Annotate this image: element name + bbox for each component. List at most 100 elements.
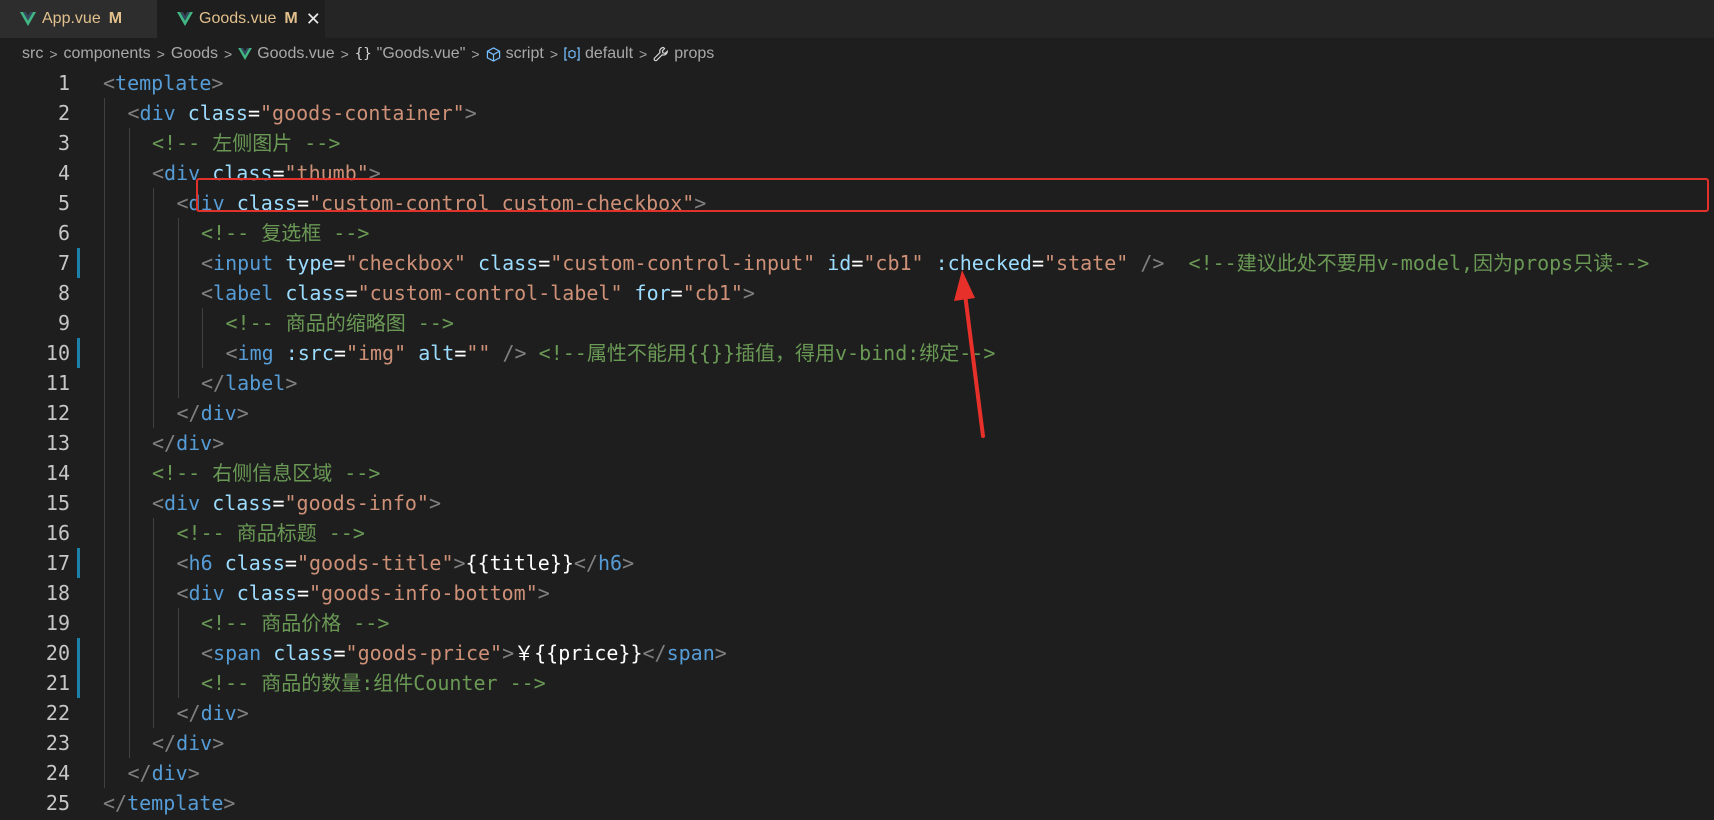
chevron-right-icon: > — [471, 46, 480, 62]
modified-line-marker — [77, 248, 80, 278]
code-line[interactable]: 22 </div> — [0, 698, 1714, 728]
modified-badge: M — [284, 10, 298, 27]
chevron-right-icon: > — [549, 46, 558, 62]
code-token: class — [285, 281, 346, 305]
code-text: <img :src="img" alt="" /> <!--属性不能用{{}}插… — [226, 338, 996, 368]
code-token: > — [742, 281, 755, 305]
code-line[interactable]: 9 <!-- 商品的缩略图 --> — [0, 308, 1714, 338]
code-line[interactable]: 1 <template> — [0, 68, 1714, 98]
code-token: {{title}} — [465, 551, 574, 575]
breadcrumb: src > components > Goods > Goods.vue > {… — [22, 42, 714, 66]
tab-goods-vue[interactable]: Goods.vue M ✕ — [157, 0, 325, 38]
modified-badge: M — [108, 10, 123, 27]
code-line[interactable]: 24 </div> — [0, 758, 1714, 788]
code-token: "" — [466, 341, 491, 365]
code-token: span — [213, 641, 262, 665]
code-line[interactable]: 10 <img :src="img" alt="" /> <!--属性不能用{{}… — [0, 338, 1714, 368]
line-number: 1 — [57, 71, 70, 95]
code-token: img — [237, 341, 274, 365]
code-line[interactable]: 16 <!-- 商品标题 --> — [0, 518, 1714, 548]
code-token: input — [213, 251, 274, 275]
code-line[interactable]: 2 <div class="goods-container"> — [0, 98, 1714, 128]
code-token: = — [284, 551, 297, 575]
breadcrumb-label: Goods — [170, 45, 219, 62]
code-line[interactable]: 8 <label class="custom-control-label" for… — [0, 278, 1714, 308]
code-text: <!-- 左侧图片 --> — [152, 128, 340, 158]
code-token: h6 — [598, 551, 623, 575]
code-line[interactable]: 11 </label> — [0, 368, 1714, 398]
code-line[interactable]: 13 </div> — [0, 428, 1714, 458]
code-line[interactable]: 14 <!-- 右侧信息区域 --> — [0, 458, 1714, 488]
code-token: <!-- 左侧图片 --> — [152, 131, 341, 155]
code-text: </div> — [152, 728, 224, 758]
code-text: </div> — [128, 758, 200, 788]
code-token: "goods-container" — [259, 101, 465, 125]
code-token: h6 — [188, 551, 213, 575]
line-number: 17 — [45, 551, 70, 575]
code-line[interactable]: 15 <div class="goods-info"> — [0, 488, 1714, 518]
code-text: <template> — [103, 68, 223, 98]
breadcrumb-item-default[interactable]: default — [564, 45, 633, 63]
code-line[interactable]: 6 <!-- 复选框 --> — [0, 218, 1714, 248]
code-text: <!-- 商品的缩略图 --> — [226, 308, 454, 338]
code-line[interactable]: 7 <input type="checkbox" class="custom-co… — [0, 248, 1714, 278]
code-token: = — [1031, 251, 1044, 275]
breadcrumb-item-module[interactable]: {} "Goods.vue" — [355, 45, 466, 63]
code-token: "goods-info" — [284, 491, 429, 515]
code-line[interactable]: 19 <!-- 商品价格 --> — [0, 608, 1714, 638]
code-token: div — [200, 401, 237, 425]
chevron-right-icon: > — [340, 46, 349, 62]
chevron-right-icon: > — [639, 46, 648, 62]
breadcrumb-item-script[interactable]: script — [486, 45, 544, 63]
code-text: <!-- 复选框 --> — [201, 218, 369, 248]
code-line[interactable]: 18 <div class="goods-info-bottom"> — [0, 578, 1714, 608]
code-text: </div> — [152, 428, 224, 458]
code-line[interactable]: 25 </template> — [0, 788, 1714, 818]
code-text: </label> — [201, 368, 297, 398]
code-line[interactable]: 17 <h6 class="goods-title">{{title}}</h6> — [0, 548, 1714, 578]
highlight-box — [196, 178, 1709, 212]
breadcrumb-item-props[interactable]: props — [653, 45, 714, 63]
code-line[interactable]: 3 <!-- 左侧图片 --> — [0, 128, 1714, 158]
code-line[interactable]: 23 </div> — [0, 728, 1714, 758]
editor-tab-bar: App.vue M Goods.vue M ✕ — [0, 0, 1714, 38]
code-token: = — [851, 251, 864, 275]
breadcrumb-item-goods-folder[interactable]: Goods — [171, 45, 218, 63]
code-token: > — [622, 551, 635, 575]
code-token: > — [211, 71, 224, 95]
code-token: > — [236, 701, 249, 725]
code-line[interactable]: 20 <span class="goods-price">￥{{price}}</… — [0, 638, 1714, 668]
code-token: class — [273, 641, 334, 665]
code-line[interactable]: 21 <!-- 商品的数量:组件Counter --> — [0, 668, 1714, 698]
code-token: < — [152, 491, 165, 515]
line-number: 24 — [45, 761, 70, 785]
modified-line-marker — [77, 338, 80, 368]
code-token: = — [333, 341, 346, 365]
code-token: < — [225, 341, 238, 365]
close-icon[interactable]: ✕ — [306, 9, 321, 30]
tab-app-vue[interactable]: App.vue M — [0, 0, 157, 38]
breadcrumb-item-goods-file[interactable]: Goods.vue — [238, 45, 335, 63]
breadcrumb-item-src[interactable]: src — [22, 45, 43, 63]
code-line[interactable]: 12 </div> — [0, 398, 1714, 428]
code-token: < — [127, 101, 140, 125]
code-token: class — [224, 551, 285, 575]
code-text: <h6 class="goods-title">{{title}}</h6> — [177, 548, 635, 578]
code-token: = — [272, 491, 285, 515]
code-token: > — [212, 431, 225, 455]
code-token: </ — [176, 401, 201, 425]
line-number: 7 — [57, 251, 70, 275]
code-text: <div class="goods-info"> — [152, 488, 441, 518]
line-number: 8 — [57, 281, 70, 305]
modified-line-marker — [77, 638, 80, 668]
breadcrumb-item-components[interactable]: components — [64, 45, 151, 63]
code-token: <!--属性不能用{{}}插值，得用v-bind:绑定--> — [538, 341, 996, 365]
vue-icon — [238, 48, 253, 60]
